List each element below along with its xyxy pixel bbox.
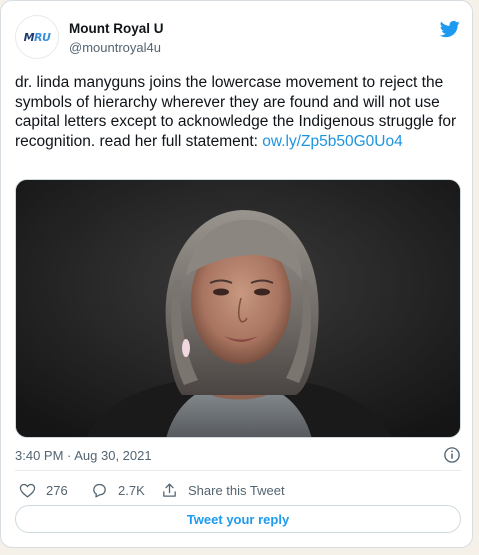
heart-icon — [19, 483, 36, 498]
tweet-text: dr. linda manyguns joins the lowercase m… — [15, 73, 463, 151]
tweet-timestamp[interactable]: 3:40 PM · Aug 30, 2021 — [15, 448, 152, 463]
share-button[interactable]: Share this Tweet — [161, 479, 285, 501]
reply-count: 2.7K — [118, 482, 145, 498]
like-count: 276 — [46, 482, 68, 498]
divider — [15, 470, 461, 471]
tweet-header: MRU Mount Royal U @mountroyal4u — [15, 15, 461, 59]
info-icon[interactable] — [443, 446, 461, 464]
timestamp-row: 3:40 PM · Aug 30, 2021 — [15, 446, 461, 466]
reply-count-button[interactable]: 2.7K — [91, 479, 145, 501]
avatar[interactable]: MRU — [15, 15, 59, 59]
share-label: Share this Tweet — [188, 482, 285, 498]
portrait-photo-icon — [16, 180, 460, 437]
tweet-your-reply-button[interactable]: Tweet your reply — [15, 505, 461, 533]
share-icon — [163, 482, 176, 497]
display-name[interactable]: Mount Royal U — [69, 21, 164, 36]
like-button[interactable]: 276 — [19, 479, 68, 501]
user-handle[interactable]: @mountroyal4u — [69, 40, 161, 55]
action-bar: 276 2.7K Share this Tweet — [15, 479, 461, 501]
tweet-photo[interactable] — [15, 179, 461, 438]
comment-icon — [93, 483, 106, 498]
avatar-text-dark: M — [23, 30, 35, 44]
tweet-card: MRU Mount Royal U @mountroyal4u dr. lind… — [0, 0, 473, 548]
tweet-link[interactable]: ow.ly/Zp5b50G0Uo4 — [262, 133, 402, 150]
avatar-text-light: RU — [34, 30, 51, 44]
twitter-bird-icon[interactable] — [439, 19, 461, 39]
mru-logo-icon: MRU — [24, 31, 51, 44]
